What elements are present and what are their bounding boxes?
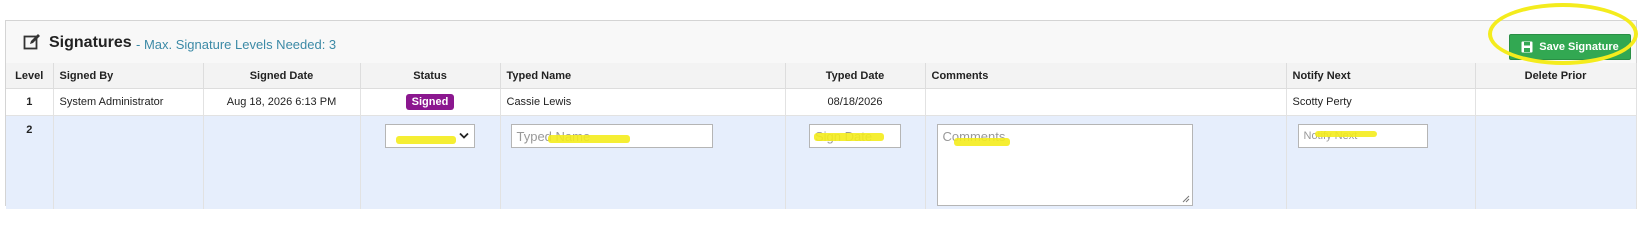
highlight-mark bbox=[547, 135, 630, 143]
chevron-down-icon bbox=[459, 132, 469, 139]
row-delete-prior-empty bbox=[1475, 115, 1637, 209]
save-signature-label: Save Signature bbox=[1539, 41, 1619, 53]
col-signed-date: Signed Date bbox=[203, 63, 361, 89]
col-level: Level bbox=[6, 63, 54, 89]
row-level: 2 bbox=[6, 115, 54, 209]
highlight-mark bbox=[814, 133, 884, 141]
status-badge: Signed bbox=[405, 94, 455, 110]
col-delete-prior: Delete Prior bbox=[1475, 63, 1637, 89]
signatures-table: Level Signed By Signed Date Status Typed… bbox=[6, 63, 1637, 209]
save-signature-button[interactable]: Save Signature bbox=[1509, 34, 1631, 60]
col-typed-date: Typed Date bbox=[785, 63, 926, 89]
row-signed-date: Aug 18, 2026 6:13 PM bbox=[203, 88, 361, 116]
row-signed-by: System Administrator bbox=[53, 88, 204, 116]
col-signed-by: Signed By bbox=[53, 63, 204, 89]
sign-date-input[interactable]: Sign Date bbox=[809, 124, 901, 148]
row-typed-date: 08/18/2026 bbox=[785, 88, 926, 116]
col-status: Status bbox=[360, 63, 501, 89]
row-comments bbox=[925, 88, 1287, 116]
highlight-mark bbox=[1314, 131, 1377, 137]
row-signed-date-empty bbox=[203, 115, 361, 209]
table-row-edit: 2 Typed Name bbox=[6, 115, 1637, 209]
row-notify-next: Scotty Perty bbox=[1286, 88, 1476, 116]
row-notify-next-cell: Notify Next bbox=[1286, 115, 1476, 209]
row-typed-name: Cassie Lewis bbox=[500, 88, 786, 116]
col-typed-name: Typed Name bbox=[500, 63, 786, 89]
typed-name-input[interactable]: Typed Name bbox=[510, 124, 713, 148]
row-level: 1 bbox=[6, 88, 54, 116]
highlight-mark bbox=[953, 138, 1010, 146]
row-delete-prior bbox=[1475, 88, 1637, 116]
table-header-row: Level Signed By Signed Date Status Typed… bbox=[6, 63, 1637, 89]
notify-next-input[interactable]: Notify Next bbox=[1297, 124, 1428, 148]
row-sign-date-cell: Sign Date bbox=[785, 115, 926, 209]
edit-icon bbox=[23, 34, 40, 50]
panel-subtitle: - Max. Signature Levels Needed: 3 bbox=[136, 37, 337, 52]
panel-title: Signatures bbox=[49, 34, 132, 51]
resize-handle-icon[interactable] bbox=[1182, 195, 1190, 203]
status-select[interactable] bbox=[385, 124, 475, 148]
signatures-panel: Signatures - Max. Signature Levels Neede… bbox=[5, 20, 1637, 209]
col-comments: Comments bbox=[925, 63, 1287, 89]
table-row: 1 System Administrator Aug 18, 2026 6:13… bbox=[6, 88, 1637, 116]
row-typed-name-cell: Typed Name bbox=[500, 115, 786, 209]
comments-textarea[interactable]: Comments bbox=[936, 124, 1193, 206]
floppy-disk-icon bbox=[1521, 41, 1533, 53]
panel-header: Signatures - Max. Signature Levels Neede… bbox=[6, 21, 1636, 64]
row-comments-cell: Comments bbox=[925, 115, 1287, 209]
row-status-cell bbox=[360, 115, 501, 209]
row-status: Signed bbox=[360, 88, 501, 116]
row-signed-by-empty bbox=[53, 115, 204, 209]
col-notify-next: Notify Next bbox=[1286, 63, 1476, 89]
highlight-mark bbox=[396, 136, 456, 144]
